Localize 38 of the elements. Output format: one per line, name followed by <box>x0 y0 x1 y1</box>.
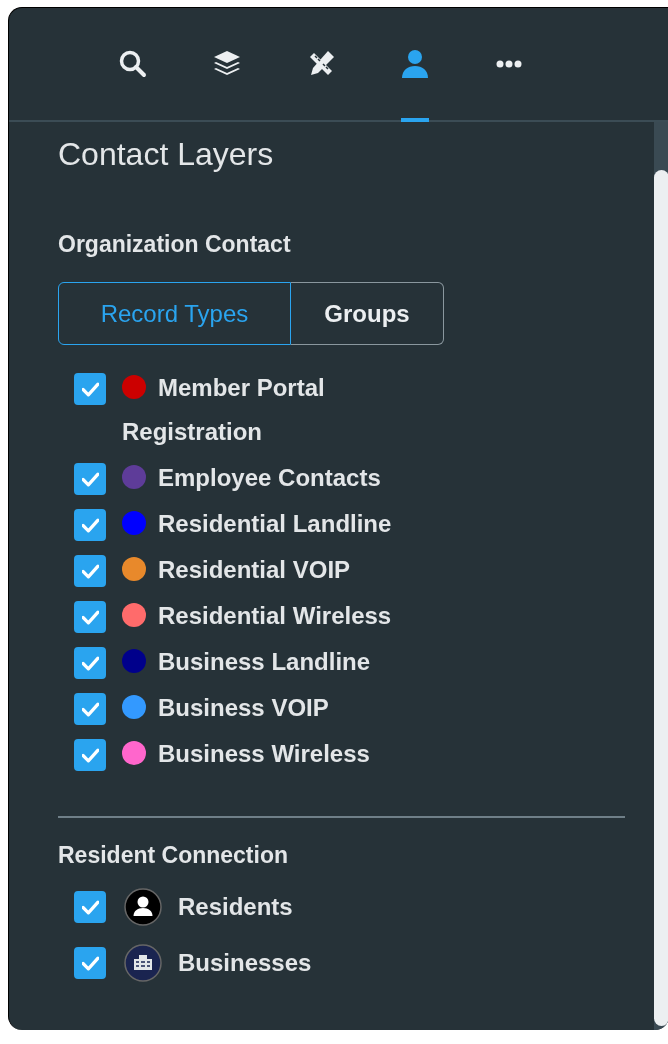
checkbox[interactable] <box>74 463 106 495</box>
layer-label: Business VOIP <box>158 694 329 721</box>
layer-label: Residents <box>178 893 293 921</box>
section-heading: Resident Connection <box>58 842 289 869</box>
check-icon <box>81 899 99 915</box>
checkbox[interactable] <box>74 947 106 979</box>
checkbox[interactable] <box>74 739 106 771</box>
check-icon <box>81 381 99 397</box>
check-icon <box>81 747 99 763</box>
check-icon <box>81 609 99 625</box>
check-icon <box>81 563 99 579</box>
checkbox[interactable] <box>74 647 106 679</box>
checkbox[interactable] <box>74 693 106 725</box>
layer-label: Residential Landline <box>158 510 392 537</box>
checkbox[interactable] <box>74 555 106 587</box>
panel-title: Contact Layers <box>58 136 275 173</box>
check-icon <box>81 701 99 717</box>
layer-label: Business Landline <box>158 648 371 675</box>
check-icon <box>81 655 99 671</box>
checkbox[interactable] <box>74 891 106 923</box>
more-icon <box>496 60 522 68</box>
layer-label: Residential Wireless <box>158 602 392 629</box>
layer-label: Business Wireless <box>158 740 370 767</box>
checkbox[interactable] <box>74 373 106 405</box>
check-icon <box>81 517 99 533</box>
segment-tab[interactable]: Groups <box>291 282 444 345</box>
layer-label: Businesses <box>178 949 312 977</box>
section-heading: Organization Contact <box>58 231 292 258</box>
layer-label: Residential VOIP <box>158 556 351 583</box>
building-icon <box>124 944 162 982</box>
person-avatar-icon <box>124 888 162 926</box>
layer-label: Employee Contacts <box>158 464 381 491</box>
checkbox[interactable] <box>74 509 106 541</box>
layer-label: Member Portal Registration <box>122 374 325 445</box>
check-icon <box>81 471 99 487</box>
check-icon <box>81 955 99 971</box>
segment-tab[interactable]: Record Types <box>58 282 291 345</box>
checkbox[interactable] <box>74 601 106 633</box>
